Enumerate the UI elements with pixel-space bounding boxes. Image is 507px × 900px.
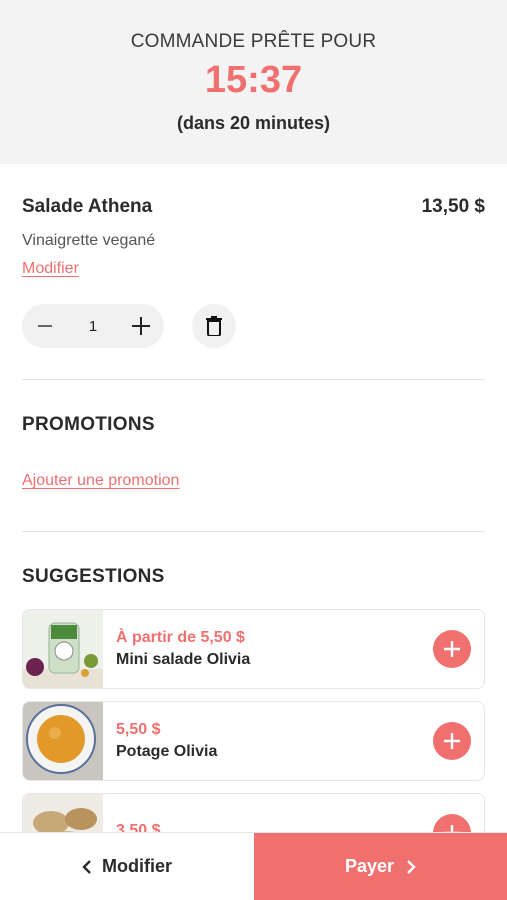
modify-button[interactable]: Modifier: [0, 833, 254, 900]
suggestion-card[interactable]: 5,50 $ Potage Olivia: [22, 701, 485, 781]
order-ready-header: COMMANDE PRÊTE POUR 15:37 (dans 20 minut…: [0, 0, 507, 164]
promotions-title: PROMOTIONS: [22, 414, 155, 435]
suggestion-name: Mini salade Olivia: [116, 651, 251, 668]
quantity-value: 1: [88, 317, 98, 335]
modify-button-label: Modifier: [102, 856, 172, 876]
cart-item-price: 13,50 $: [421, 196, 485, 217]
item-controls: 1: [22, 304, 485, 348]
suggestion-card[interactable]: À partir de 5,50 $ Mini salade Olivia: [22, 609, 485, 689]
cart-item-header: Salade Athena 13,50 $: [22, 196, 485, 218]
suggestion-price: 5,50 $: [116, 721, 161, 738]
chevron-right-icon: [406, 859, 416, 874]
pay-button[interactable]: Payer: [254, 833, 507, 900]
pickup-time: 15:37: [204, 59, 303, 101]
suggestion-name: Potage Olivia: [116, 743, 218, 760]
quantity-stepper: 1: [22, 304, 164, 348]
pickup-delay: (dans 20 minutes): [176, 113, 331, 133]
cart-item-name: Salade Athena: [22, 196, 153, 217]
cart-item-option: Vinaigrette vegané: [22, 232, 156, 249]
add-plus-icon[interactable]: [433, 722, 471, 760]
trash-icon[interactable]: [192, 304, 236, 348]
suggestion-price: À partir de 5,50 $: [116, 629, 245, 646]
cart-item: Salade Athena 13,50 $ Vinaigrette vegané…: [22, 164, 485, 380]
add-promotion-link[interactable]: Ajouter une promotion: [22, 472, 179, 490]
salad-jar-photo: [23, 610, 103, 688]
ready-for-label: COMMANDE PRÊTE POUR: [130, 31, 377, 52]
suggestion-text: À partir de 5,50 $ Mini salade Olivia: [103, 629, 433, 669]
bottom-action-bar: Modifier Payer: [0, 832, 507, 900]
cart-content: Salade Athena 13,50 $ Vinaigrette vegané…: [0, 164, 507, 873]
chevron-left-icon: [82, 859, 92, 874]
suggestions-section: SUGGESTIONS À partir de 5,50 $ Mini sala…: [22, 532, 485, 873]
soup-bowl-photo: [23, 702, 103, 780]
pay-button-label: Payer: [344, 856, 395, 876]
minus-icon[interactable]: [34, 315, 56, 337]
add-plus-icon[interactable]: [433, 630, 471, 668]
suggestion-text: 5,50 $ Potage Olivia: [103, 721, 433, 761]
promotions-section: PROMOTIONS Ajouter une promotion: [22, 380, 485, 532]
suggestions-title: SUGGESTIONS: [22, 566, 165, 587]
plus-icon[interactable]: [130, 315, 152, 337]
edit-item-link[interactable]: Modifier: [22, 260, 79, 278]
